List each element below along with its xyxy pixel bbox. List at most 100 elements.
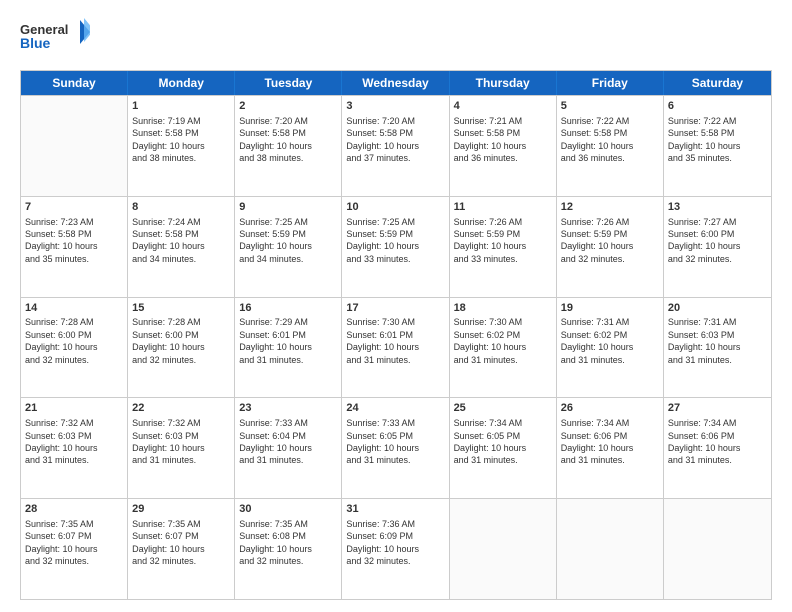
day-cell-17: 17Sunrise: 7:30 AMSunset: 6:01 PMDayligh… xyxy=(342,298,449,398)
day-content: Sunrise: 7:31 AMSunset: 6:03 PMDaylight:… xyxy=(668,316,767,366)
day-content: Sunrise: 7:34 AMSunset: 6:06 PMDaylight:… xyxy=(668,417,767,467)
day-cell-12: 12Sunrise: 7:26 AMSunset: 5:59 PMDayligh… xyxy=(557,197,664,297)
day-cell-1: 1Sunrise: 7:19 AMSunset: 5:58 PMDaylight… xyxy=(128,96,235,196)
day-cell-28: 28Sunrise: 7:35 AMSunset: 6:07 PMDayligh… xyxy=(21,499,128,599)
day-cell-31: 31Sunrise: 7:36 AMSunset: 6:09 PMDayligh… xyxy=(342,499,449,599)
day-number: 11 xyxy=(454,200,552,215)
day-cell-5: 5Sunrise: 7:22 AMSunset: 5:58 PMDaylight… xyxy=(557,96,664,196)
day-content: Sunrise: 7:28 AMSunset: 6:00 PMDaylight:… xyxy=(25,316,123,366)
day-number: 30 xyxy=(239,502,337,517)
day-number: 21 xyxy=(25,401,123,416)
day-content: Sunrise: 7:34 AMSunset: 6:05 PMDaylight:… xyxy=(454,417,552,467)
day-number: 4 xyxy=(454,99,552,114)
day-cell-27: 27Sunrise: 7:34 AMSunset: 6:06 PMDayligh… xyxy=(664,398,771,498)
day-content: Sunrise: 7:19 AMSunset: 5:58 PMDaylight:… xyxy=(132,115,230,165)
logo: General Blue xyxy=(20,18,90,60)
day-number: 13 xyxy=(668,200,767,215)
day-number: 23 xyxy=(239,401,337,416)
day-cell-4: 4Sunrise: 7:21 AMSunset: 5:58 PMDaylight… xyxy=(450,96,557,196)
day-cell-29: 29Sunrise: 7:35 AMSunset: 6:07 PMDayligh… xyxy=(128,499,235,599)
day-cell-30: 30Sunrise: 7:35 AMSunset: 6:08 PMDayligh… xyxy=(235,499,342,599)
calendar-row-0: 1Sunrise: 7:19 AMSunset: 5:58 PMDaylight… xyxy=(21,95,771,196)
day-content: Sunrise: 7:29 AMSunset: 6:01 PMDaylight:… xyxy=(239,316,337,366)
day-cell-26: 26Sunrise: 7:34 AMSunset: 6:06 PMDayligh… xyxy=(557,398,664,498)
day-number: 3 xyxy=(346,99,444,114)
day-content: Sunrise: 7:30 AMSunset: 6:01 PMDaylight:… xyxy=(346,316,444,366)
day-number: 1 xyxy=(132,99,230,114)
day-content: Sunrise: 7:36 AMSunset: 6:09 PMDaylight:… xyxy=(346,518,444,568)
day-content: Sunrise: 7:28 AMSunset: 6:00 PMDaylight:… xyxy=(132,316,230,366)
day-cell-20: 20Sunrise: 7:31 AMSunset: 6:03 PMDayligh… xyxy=(664,298,771,398)
day-cell-13: 13Sunrise: 7:27 AMSunset: 6:00 PMDayligh… xyxy=(664,197,771,297)
day-content: Sunrise: 7:25 AMSunset: 5:59 PMDaylight:… xyxy=(346,216,444,266)
weekday-header-saturday: Saturday xyxy=(664,71,771,95)
day-cell-8: 8Sunrise: 7:24 AMSunset: 5:58 PMDaylight… xyxy=(128,197,235,297)
day-number: 10 xyxy=(346,200,444,215)
day-cell-10: 10Sunrise: 7:25 AMSunset: 5:59 PMDayligh… xyxy=(342,197,449,297)
empty-cell-4-4 xyxy=(450,499,557,599)
day-content: Sunrise: 7:35 AMSunset: 6:08 PMDaylight:… xyxy=(239,518,337,568)
day-number: 25 xyxy=(454,401,552,416)
svg-text:Blue: Blue xyxy=(20,35,51,51)
calendar-body: 1Sunrise: 7:19 AMSunset: 5:58 PMDaylight… xyxy=(21,95,771,599)
day-number: 29 xyxy=(132,502,230,517)
day-content: Sunrise: 7:33 AMSunset: 6:04 PMDaylight:… xyxy=(239,417,337,467)
calendar: SundayMondayTuesdayWednesdayThursdayFrid… xyxy=(20,70,772,600)
day-cell-15: 15Sunrise: 7:28 AMSunset: 6:00 PMDayligh… xyxy=(128,298,235,398)
day-number: 18 xyxy=(454,301,552,316)
day-content: Sunrise: 7:26 AMSunset: 5:59 PMDaylight:… xyxy=(454,216,552,266)
empty-cell-4-5 xyxy=(557,499,664,599)
day-cell-24: 24Sunrise: 7:33 AMSunset: 6:05 PMDayligh… xyxy=(342,398,449,498)
day-content: Sunrise: 7:27 AMSunset: 6:00 PMDaylight:… xyxy=(668,216,767,266)
day-number: 9 xyxy=(239,200,337,215)
calendar-header: SundayMondayTuesdayWednesdayThursdayFrid… xyxy=(21,71,771,95)
logo-svg: General Blue xyxy=(20,18,90,60)
header: General Blue xyxy=(20,18,772,60)
weekday-header-friday: Friday xyxy=(557,71,664,95)
day-number: 19 xyxy=(561,301,659,316)
day-number: 15 xyxy=(132,301,230,316)
day-number: 26 xyxy=(561,401,659,416)
calendar-row-2: 14Sunrise: 7:28 AMSunset: 6:00 PMDayligh… xyxy=(21,297,771,398)
day-cell-11: 11Sunrise: 7:26 AMSunset: 5:59 PMDayligh… xyxy=(450,197,557,297)
day-content: Sunrise: 7:34 AMSunset: 6:06 PMDaylight:… xyxy=(561,417,659,467)
day-content: Sunrise: 7:33 AMSunset: 6:05 PMDaylight:… xyxy=(346,417,444,467)
day-content: Sunrise: 7:25 AMSunset: 5:59 PMDaylight:… xyxy=(239,216,337,266)
day-number: 20 xyxy=(668,301,767,316)
day-cell-16: 16Sunrise: 7:29 AMSunset: 6:01 PMDayligh… xyxy=(235,298,342,398)
calendar-row-3: 21Sunrise: 7:32 AMSunset: 6:03 PMDayligh… xyxy=(21,397,771,498)
day-number: 8 xyxy=(132,200,230,215)
day-cell-19: 19Sunrise: 7:31 AMSunset: 6:02 PMDayligh… xyxy=(557,298,664,398)
day-number: 14 xyxy=(25,301,123,316)
day-number: 24 xyxy=(346,401,444,416)
day-number: 6 xyxy=(668,99,767,114)
weekday-header-wednesday: Wednesday xyxy=(342,71,449,95)
day-content: Sunrise: 7:20 AMSunset: 5:58 PMDaylight:… xyxy=(239,115,337,165)
day-cell-9: 9Sunrise: 7:25 AMSunset: 5:59 PMDaylight… xyxy=(235,197,342,297)
day-cell-22: 22Sunrise: 7:32 AMSunset: 6:03 PMDayligh… xyxy=(128,398,235,498)
weekday-header-tuesday: Tuesday xyxy=(235,71,342,95)
day-content: Sunrise: 7:21 AMSunset: 5:58 PMDaylight:… xyxy=(454,115,552,165)
day-cell-18: 18Sunrise: 7:30 AMSunset: 6:02 PMDayligh… xyxy=(450,298,557,398)
day-cell-6: 6Sunrise: 7:22 AMSunset: 5:58 PMDaylight… xyxy=(664,96,771,196)
day-content: Sunrise: 7:20 AMSunset: 5:58 PMDaylight:… xyxy=(346,115,444,165)
empty-cell-4-6 xyxy=(664,499,771,599)
day-cell-23: 23Sunrise: 7:33 AMSunset: 6:04 PMDayligh… xyxy=(235,398,342,498)
calendar-row-1: 7Sunrise: 7:23 AMSunset: 5:58 PMDaylight… xyxy=(21,196,771,297)
day-cell-14: 14Sunrise: 7:28 AMSunset: 6:00 PMDayligh… xyxy=(21,298,128,398)
empty-cell-0-0 xyxy=(21,96,128,196)
day-content: Sunrise: 7:24 AMSunset: 5:58 PMDaylight:… xyxy=(132,216,230,266)
day-content: Sunrise: 7:22 AMSunset: 5:58 PMDaylight:… xyxy=(561,115,659,165)
day-cell-3: 3Sunrise: 7:20 AMSunset: 5:58 PMDaylight… xyxy=(342,96,449,196)
weekday-header-monday: Monday xyxy=(128,71,235,95)
day-cell-7: 7Sunrise: 7:23 AMSunset: 5:58 PMDaylight… xyxy=(21,197,128,297)
day-number: 12 xyxy=(561,200,659,215)
day-content: Sunrise: 7:22 AMSunset: 5:58 PMDaylight:… xyxy=(668,115,767,165)
day-content: Sunrise: 7:32 AMSunset: 6:03 PMDaylight:… xyxy=(25,417,123,467)
day-content: Sunrise: 7:30 AMSunset: 6:02 PMDaylight:… xyxy=(454,316,552,366)
day-number: 16 xyxy=(239,301,337,316)
day-number: 7 xyxy=(25,200,123,215)
day-number: 22 xyxy=(132,401,230,416)
day-number: 28 xyxy=(25,502,123,517)
day-content: Sunrise: 7:31 AMSunset: 6:02 PMDaylight:… xyxy=(561,316,659,366)
